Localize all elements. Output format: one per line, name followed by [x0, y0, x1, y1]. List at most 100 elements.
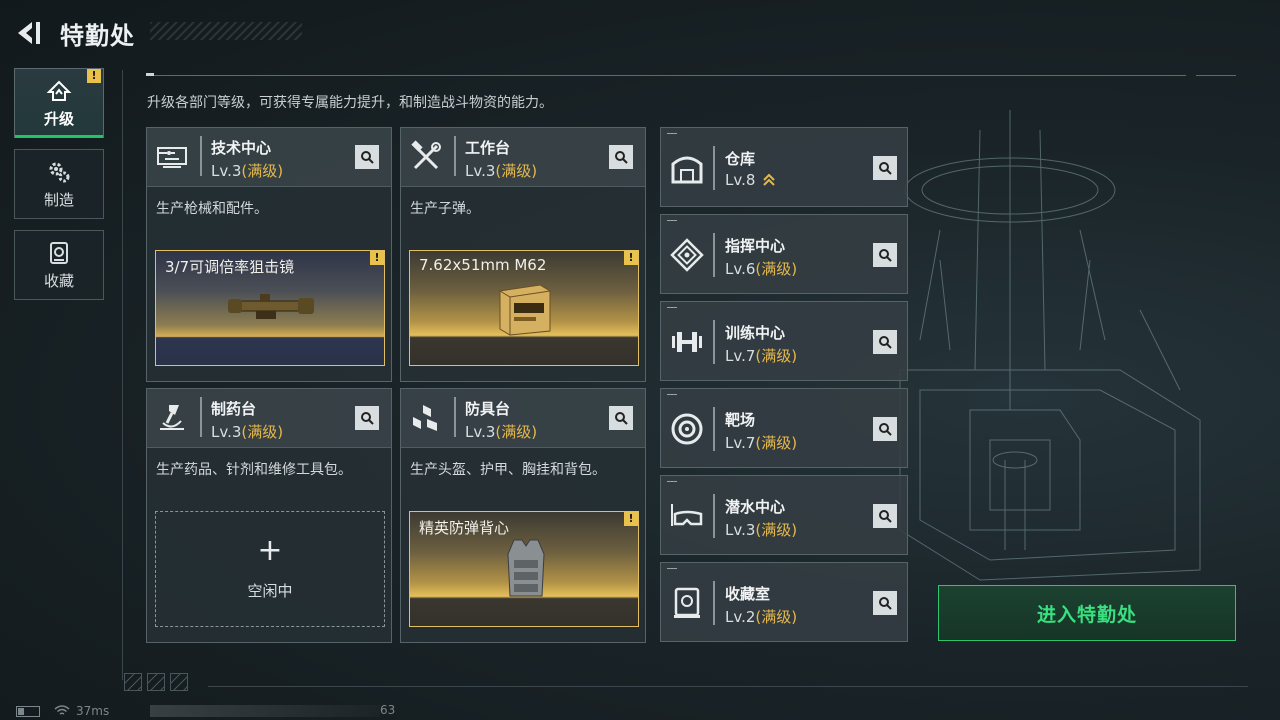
- facility-divider: [713, 581, 715, 625]
- facility-warehouse[interactable]: 仓库 Lv.8: [660, 127, 908, 207]
- tab-craft[interactable]: 制造: [14, 149, 104, 219]
- warehouse-icon: [671, 156, 703, 184]
- crafting-item-name: 3/7可调倍率狙击镜: [165, 258, 295, 276]
- magnifier-icon: [879, 336, 892, 349]
- level-value: Lv.2: [725, 608, 756, 626]
- tab-collection[interactable]: 收藏: [14, 230, 104, 300]
- search-button[interactable]: [609, 145, 633, 169]
- level-value: Lv.3: [211, 162, 242, 180]
- facility-command-center[interactable]: 指挥中心 Lv.6(满级): [660, 214, 908, 294]
- facility-divider: [713, 320, 715, 364]
- max-level-label: (满级): [755, 347, 798, 365]
- facility-level: Lv.3(满级): [465, 160, 537, 181]
- battery-icon: [16, 705, 40, 717]
- armor-bench-icon: [413, 405, 437, 431]
- facility-divider: [713, 233, 715, 277]
- max-level-label: (满级): [241, 423, 284, 441]
- max-level-label: (满级): [495, 162, 538, 180]
- card-armor-bench[interactable]: 防具台 Lv.3(满级) 生产头盔、护甲、胸挂和背包。 精英防弹背心 !: [400, 388, 646, 643]
- facility-level: Lv.3(满级): [211, 160, 283, 181]
- search-button[interactable]: [873, 156, 897, 180]
- scope-image: [228, 294, 314, 319]
- upgrade-icon: [46, 80, 72, 101]
- pharmacy-icon: [160, 405, 184, 430]
- level-value: Lv.7: [725, 434, 756, 452]
- header-divider: [200, 136, 202, 176]
- crafting-item-name: 精英防弹背心: [419, 519, 510, 537]
- facility-shooting-range[interactable]: 靶场 Lv.7(满级): [660, 388, 908, 468]
- collection-icon: [50, 241, 68, 264]
- facility-name: 技术中心: [211, 139, 272, 157]
- back-arrow-icon[interactable]: [14, 18, 44, 48]
- card-pharmacy[interactable]: 制药台 Lv.3(满级) 生产药品、针剂和维修工具包。 + 空闲中: [146, 388, 392, 643]
- search-button[interactable]: [355, 145, 379, 169]
- magnifier-icon: [361, 412, 374, 425]
- facility-description: 生产枪械和配件。: [156, 201, 268, 217]
- search-button[interactable]: [873, 591, 897, 615]
- status-bar: 37ms: [16, 703, 109, 719]
- body-armor-image: [507, 539, 545, 597]
- fps-value: 63: [380, 703, 396, 717]
- facility-level: Lv.7(满级): [725, 345, 797, 366]
- idle-slot[interactable]: + 空闲中: [155, 511, 385, 627]
- bottom-divider: [208, 686, 1248, 687]
- facility-training-center[interactable]: 训练中心 Lv.7(满级): [660, 301, 908, 381]
- facility-divider: [713, 494, 715, 538]
- card-header: 制药台 Lv.3(满级): [147, 389, 391, 448]
- facility-description: 生产子弹。: [410, 201, 480, 217]
- facility-name: 防具台: [465, 400, 511, 418]
- level-value: Lv.3: [465, 162, 496, 180]
- facility-description: 生产头盔、护甲、胸挂和背包。: [410, 462, 606, 478]
- tab-collection-label: 收藏: [43, 271, 74, 290]
- max-level-label: (满级): [755, 608, 798, 626]
- facility-collection-room[interactable]: 收藏室 Lv.2(满级): [660, 562, 908, 642]
- bottom-decoration: [124, 673, 193, 695]
- crafting-item[interactable]: 精英防弹背心 !: [409, 511, 639, 627]
- level-value: Lv.6: [725, 260, 756, 278]
- search-button[interactable]: [873, 330, 897, 354]
- search-button[interactable]: [355, 406, 379, 430]
- facility-diving-center[interactable]: 潜水中心 Lv.3(满级): [660, 475, 908, 555]
- search-button[interactable]: [609, 406, 633, 430]
- max-level-label: (满级): [241, 162, 284, 180]
- magnifier-icon: [361, 151, 374, 164]
- level-value: Lv.3: [465, 423, 496, 441]
- warning-badge: !: [624, 512, 638, 526]
- enter-button[interactable]: 进入特勤处: [938, 585, 1236, 641]
- collection-room-icon: [674, 587, 700, 618]
- facility-level: Lv.3(满级): [465, 421, 537, 442]
- search-button[interactable]: [873, 504, 897, 528]
- ammo-box-image: [499, 284, 551, 336]
- magnifier-icon: [879, 510, 892, 523]
- card-tech-center[interactable]: 技术中心 Lv.3(满级) 生产枪械和配件。 3/7可调倍率狙击镜 !: [146, 127, 392, 382]
- plus-icon: +: [257, 533, 283, 568]
- crafting-item-name: 7.62x51mm M62: [419, 256, 547, 274]
- facility-name: 工作台: [465, 139, 511, 157]
- facility-level: Lv.8: [725, 171, 776, 189]
- ping-value: 37ms: [76, 704, 110, 718]
- card-header: 技术中心 Lv.3(满级): [147, 128, 391, 187]
- header: 特勤处: [0, 0, 320, 60]
- max-level-label: (满级): [495, 423, 538, 441]
- facility-description: 生产药品、针剂和维修工具包。: [156, 462, 352, 478]
- side-nav: 升级 ! 制造 收藏: [14, 68, 106, 311]
- level-value: Lv.3: [211, 423, 242, 441]
- tech-center-icon: [157, 147, 187, 168]
- target-icon: [671, 413, 703, 445]
- warning-badge: !: [624, 251, 638, 265]
- facility-divider: [713, 407, 715, 451]
- tab-upgrade[interactable]: 升级 !: [14, 68, 104, 138]
- facility-level: Lv.6(满级): [725, 258, 797, 279]
- page-title: 特勤处: [60, 22, 135, 50]
- search-button[interactable]: [873, 417, 897, 441]
- top-divider-tick: [146, 73, 154, 76]
- crafting-item[interactable]: 3/7可调倍率狙击镜 !: [155, 250, 385, 366]
- wifi-icon: [54, 705, 70, 715]
- top-divider: [146, 75, 1186, 76]
- card-workbench[interactable]: 工作台 Lv.3(满级) 生产子弹。 7.62x51mm M62 !: [400, 127, 646, 382]
- search-button[interactable]: [873, 243, 897, 267]
- crafting-item[interactable]: 7.62x51mm M62 !: [409, 250, 639, 366]
- facility-level: Lv.7(满级): [725, 432, 797, 453]
- facility-name: 收藏室: [725, 585, 771, 603]
- magnifier-icon: [879, 249, 892, 262]
